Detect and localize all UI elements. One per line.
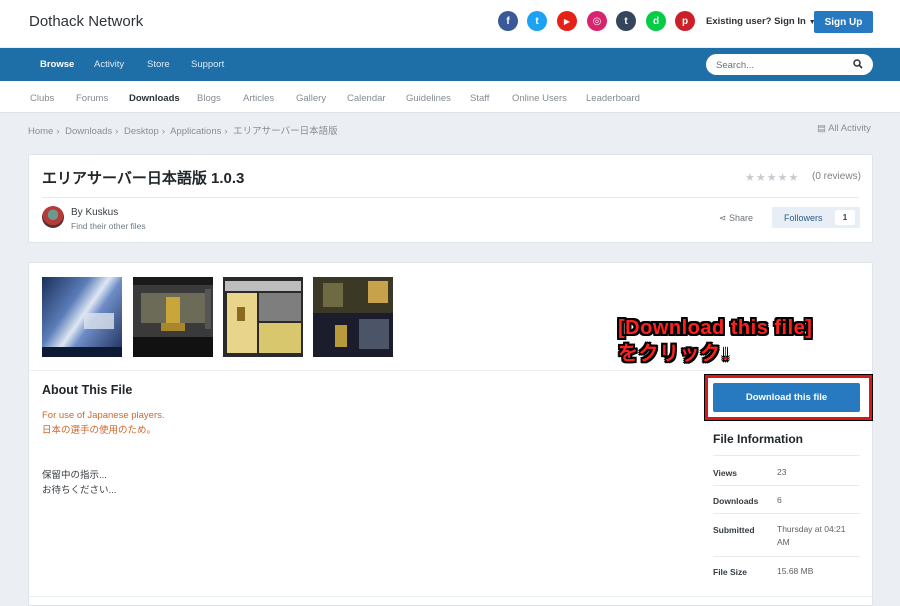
- subnav-calendar[interactable]: Calendar: [347, 93, 386, 104]
- signin-link[interactable]: Existing user? Sign In ▼: [706, 16, 816, 27]
- pending-line-1: 保留中の指示...: [42, 470, 107, 481]
- site-title[interactable]: Dothack Network: [29, 13, 143, 30]
- search-input[interactable]: Search...: [706, 54, 873, 75]
- main-nav: Browse Activity Store Support Search...: [0, 48, 900, 81]
- description-jp: 日本の選手の使用のため。: [42, 425, 157, 436]
- file-info-key: Submitted: [713, 525, 755, 535]
- subnav-leaderboard[interactable]: Leaderboard: [586, 93, 640, 104]
- search-placeholder: Search...: [716, 60, 755, 71]
- divider: [29, 370, 872, 371]
- rating-stars: ★★★★★: [745, 172, 800, 184]
- subnav-forums[interactable]: Forums: [76, 93, 108, 104]
- file-info-key: Downloads: [713, 496, 759, 506]
- subnav-downloads[interactable]: Downloads: [129, 93, 180, 104]
- pending-text: 保留中の指示... お待ちください...: [42, 468, 116, 498]
- screenshot-thumbnail-2[interactable]: [133, 277, 213, 357]
- instagram-icon[interactable]: ◎: [587, 11, 607, 31]
- nav-browse[interactable]: Browse: [40, 59, 74, 70]
- all-activity-link[interactable]: ▤ All Activity: [817, 123, 871, 134]
- file-info-row: File Size 15.68 MB: [713, 556, 860, 586]
- activity-icon: ▤: [817, 123, 829, 134]
- youtube-icon[interactable]: ▶: [557, 11, 577, 31]
- share-icon: ⋖: [719, 213, 730, 223]
- chevron-right-icon: ›: [161, 126, 165, 137]
- screenshot-thumbnail-3[interactable]: [223, 277, 303, 357]
- nav-support[interactable]: Support: [191, 59, 224, 70]
- file-info-key: File Size: [713, 567, 748, 577]
- file-info-value: 15.68 MB: [777, 566, 814, 576]
- search-icon[interactable]: [853, 59, 863, 69]
- annotation-line-1: [Download this file]: [618, 317, 813, 339]
- twitter-icon[interactable]: t: [527, 11, 547, 31]
- screenshot-thumbnail-1[interactable]: [42, 277, 122, 357]
- description-text: For use of Japanese players. 日本の選手の使用のため…: [42, 408, 165, 438]
- other-files-link[interactable]: Find their other files: [71, 221, 146, 231]
- subnav-gallery[interactable]: Gallery: [296, 93, 326, 104]
- signup-button[interactable]: Sign Up: [814, 11, 873, 33]
- annotation-line-2: をクリック↓: [618, 343, 731, 365]
- screenshot-thumbnail-4[interactable]: [313, 277, 393, 357]
- file-body-card: About This File For use of Japanese play…: [28, 262, 873, 606]
- subnav-online-users[interactable]: Online Users: [512, 93, 567, 104]
- breadcrumb-downloads[interactable]: Downloads: [65, 126, 112, 137]
- site-header: Dothack Network f t ▶ ◎ t d p Existing u…: [0, 0, 900, 47]
- share-label: Share: [729, 213, 754, 223]
- file-info-value: 23: [777, 467, 787, 477]
- all-activity-label: All Activity: [828, 123, 871, 134]
- subnav-clubs[interactable]: Clubs: [30, 93, 54, 104]
- tumblr-icon[interactable]: t: [616, 11, 636, 31]
- file-info-value: Thursday at 04:21 AM: [777, 524, 846, 547]
- avatar[interactable]: [42, 206, 64, 228]
- subnav-blogs[interactable]: Blogs: [197, 93, 221, 104]
- breadcrumb: Home › Downloads › Desktop › Applications › …: [28, 123, 341, 137]
- pending-line-2: お待ちください...: [42, 485, 117, 496]
- page-title: エリアサーバー日本語版 1.0.3: [42, 170, 245, 187]
- file-info-heading: File Information: [713, 432, 803, 446]
- nav-store[interactable]: Store: [147, 59, 170, 70]
- facebook-icon[interactable]: f: [498, 11, 518, 31]
- file-info-value: 6: [777, 495, 782, 505]
- file-info-key: Views: [713, 468, 737, 478]
- share-button[interactable]: ⋖ Share: [719, 213, 753, 224]
- breadcrumb-desktop[interactable]: Desktop: [124, 126, 159, 137]
- chevron-right-icon: ›: [115, 126, 119, 137]
- breadcrumb-applications[interactable]: Applications: [170, 126, 221, 137]
- subnav-articles[interactable]: Articles: [243, 93, 274, 104]
- breadcrumb-current: エリアサーバー日本語版: [233, 126, 338, 137]
- about-heading: About This File: [42, 383, 133, 397]
- divider: [29, 596, 872, 597]
- subnav-staff[interactable]: Staff: [470, 93, 489, 104]
- divider: [42, 197, 859, 198]
- subnav-guidelines[interactable]: Guidelines: [406, 93, 451, 104]
- nav-activity[interactable]: Activity: [94, 59, 124, 70]
- followers-count: 1: [835, 210, 855, 225]
- reviews-count[interactable]: (0 reviews): [812, 171, 861, 182]
- file-info-row: Views 23: [713, 455, 860, 485]
- file-info-row: Downloads 6: [713, 485, 860, 512]
- breadcrumb-home[interactable]: Home: [28, 126, 53, 137]
- download-annotation: [Download this file] をクリック↓: [618, 315, 812, 367]
- deviantart-icon[interactable]: d: [646, 11, 666, 31]
- download-button[interactable]: Download this file: [713, 383, 860, 412]
- sub-nav: Clubs Forums Downloads Blogs Articles Ga…: [0, 81, 900, 113]
- author-name[interactable]: By Kuskus: [71, 207, 118, 218]
- file-info-row: Submitted Thursday at 04:21 AM: [713, 513, 860, 556]
- followers-label: Followers: [784, 213, 823, 223]
- description-en: For use of Japanese players.: [42, 410, 165, 421]
- chevron-right-icon: ›: [56, 126, 60, 137]
- followers-button[interactable]: Followers 1: [772, 207, 860, 228]
- pinterest-icon[interactable]: p: [675, 11, 695, 31]
- signin-label: Existing user? Sign In: [706, 16, 806, 27]
- file-header-card: エリアサーバー日本語版 1.0.3 ★★★★★ (0 reviews) By K…: [28, 154, 873, 243]
- chevron-right-icon: ›: [224, 126, 228, 137]
